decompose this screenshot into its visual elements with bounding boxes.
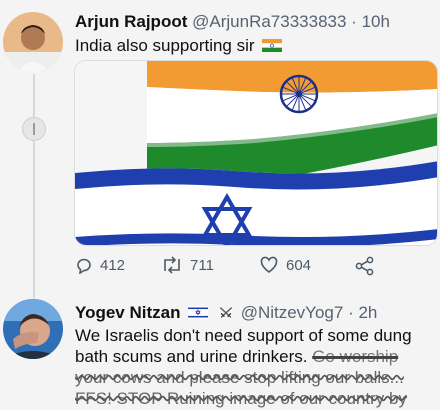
author-name[interactable]: Arjun Rajpoot xyxy=(75,12,187,31)
reply-button[interactable]: 412 xyxy=(75,256,125,274)
tweet-text-line: We Israelis don't need support of some d… xyxy=(75,326,412,345)
tweet-header: Arjun Rajpoot @ArjunRa73333833 · 10h xyxy=(75,12,390,32)
author-handle[interactable]: @ArjunRa73333833 xyxy=(192,12,346,31)
tweet-time[interactable]: 2h xyxy=(358,303,377,322)
crossed-swords-icon xyxy=(219,307,233,318)
flags-image xyxy=(75,61,437,245)
separator: · xyxy=(348,303,354,322)
show-more-thread-icon[interactable] xyxy=(22,117,46,141)
tweet-time[interactable]: 10h xyxy=(362,12,390,31)
scribbled-text: Go worship xyxy=(312,347,399,366)
tweet-text-line: bath scums and urine drinkers. Go worshi… xyxy=(75,346,437,367)
avatar[interactable] xyxy=(3,12,63,72)
author-name[interactable]: Yogev Nitzan xyxy=(75,303,180,322)
tweet-header: Yogev Nitzan @NitzevYog7 · 2h xyxy=(75,303,377,323)
tweet-text-segment: bath scums and urine drinkers. xyxy=(75,347,308,366)
scribbled-text-line: FFS! STOP Ruining image of our country b… xyxy=(75,389,407,408)
tweet-text: India also supporting sir xyxy=(75,35,283,56)
retweet-button[interactable]: 711 xyxy=(161,256,214,274)
scribbled-text-line: your cows and please stop lifting our ba… xyxy=(75,368,404,387)
reply-icon xyxy=(77,258,91,274)
avatar[interactable] xyxy=(3,299,63,359)
retweet-count: 711 xyxy=(190,256,214,274)
author-handle[interactable]: @NitzevYog7 xyxy=(241,303,344,322)
thread-line xyxy=(33,74,35,304)
like-button[interactable]: 604 xyxy=(259,256,311,274)
tweet-image[interactable] xyxy=(74,60,438,246)
share-icon xyxy=(355,256,374,276)
like-count: 604 xyxy=(286,256,312,274)
tweet-actions: 412 711 604 xyxy=(75,256,435,280)
reply-count: 412 xyxy=(100,256,126,274)
tweet-text: We Israelis don't need support of some d… xyxy=(75,325,437,409)
separator: · xyxy=(351,12,357,31)
india-flag-icon xyxy=(262,39,283,52)
israel-flag-icon xyxy=(188,306,209,319)
retweet-icon xyxy=(164,256,180,274)
share-button[interactable] xyxy=(355,256,375,276)
like-icon xyxy=(260,256,278,273)
ashoka-chakra-icon xyxy=(279,74,319,114)
tweet-text-content: India also supporting sir xyxy=(75,36,255,55)
